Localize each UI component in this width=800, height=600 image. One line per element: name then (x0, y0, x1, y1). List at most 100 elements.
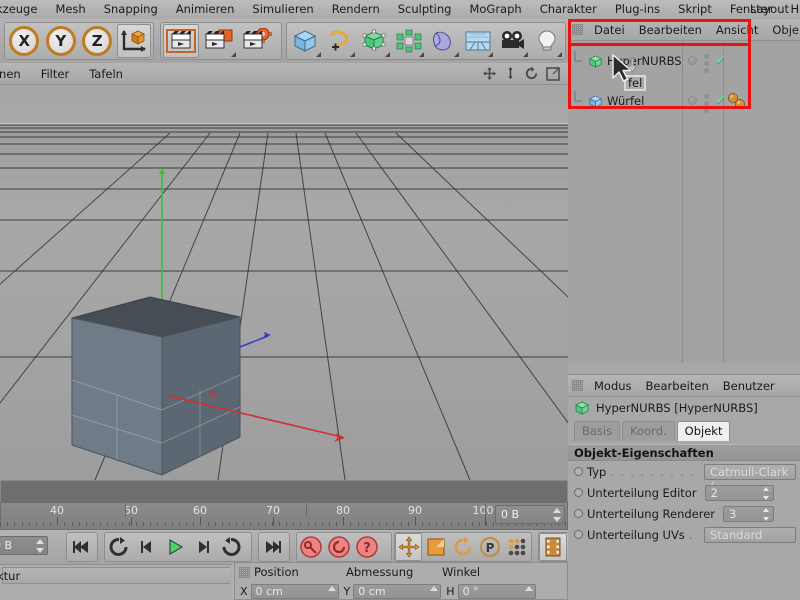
om-menu-datei[interactable]: Datei (587, 23, 632, 37)
attribute-manager-gripper-icon[interactable] (572, 380, 583, 391)
scale-key-icon (427, 538, 445, 556)
object-row-hypernurbs[interactable]: HyperNURBS ✔ (568, 51, 800, 73)
go-to-end-button[interactable] (259, 533, 287, 561)
menu-item-mograph[interactable]: MoGraph (460, 0, 530, 19)
viewport-menu-optionen[interactable]: onen (0, 67, 31, 81)
tab-objekt[interactable]: Objekt (676, 421, 731, 441)
add-light-button[interactable] (531, 24, 564, 58)
tab-koord[interactable]: Koord. (622, 421, 675, 441)
menu-item-plugins[interactable]: Plug-ins (606, 0, 669, 19)
menu-item-snapping[interactable]: Snapping (95, 0, 167, 19)
start-frame-field[interactable]: 0 B (0, 536, 48, 555)
property-value-unterteilung-editor[interactable]: 2 (704, 484, 774, 501)
axis-x-button[interactable]: X (7, 24, 42, 58)
render-settings-button[interactable] (239, 24, 275, 58)
autokey-button[interactable] (325, 533, 353, 561)
property-radio-unterteilung-editor[interactable] (574, 488, 583, 497)
am-menu-modus[interactable]: Modus (587, 379, 639, 393)
start-frame-stepper[interactable] (35, 539, 44, 553)
om-menu-ansicht[interactable]: Ansicht (709, 23, 765, 37)
timeline-ruler[interactable]: 40 50 60 70 80 90 100 (0, 502, 568, 530)
coord-position-x-field[interactable]: 0 cm (250, 583, 339, 599)
add-array-button[interactable] (393, 24, 426, 58)
dolly-view-icon[interactable] (504, 66, 517, 81)
om-menu-bearbeiten[interactable]: Bearbeiten (632, 23, 709, 37)
world-coordinates-button[interactable] (116, 24, 151, 58)
add-spline-button[interactable] (324, 24, 357, 58)
coord-angle-h-stepper[interactable] (524, 585, 533, 591)
viewport-menu-tafeln[interactable]: Tafeln (79, 67, 133, 81)
current-frame-field[interactable]: 0 B (495, 505, 565, 524)
viewport-menu-filter[interactable]: Filter (31, 67, 79, 81)
om-enable-check-2[interactable]: ✔ (715, 94, 726, 107)
menu-item-werkzeuge[interactable]: kzeuge (0, 0, 46, 19)
coord-size-y-field[interactable]: 0 cm (353, 583, 442, 599)
om-visibility-dot-editor-2[interactable] (688, 96, 697, 105)
timeline-button[interactable] (539, 533, 567, 561)
record-key-button[interactable] (297, 533, 325, 561)
property-radio-typ[interactable] (574, 467, 583, 476)
object-manager[interactable]: HyperNURBS ✔ Würfel ✔ fel (568, 41, 800, 363)
move-view-icon[interactable] (482, 66, 497, 81)
object-row-wuerfel[interactable]: Würfel ✔ (568, 91, 800, 113)
coord-size-y-stepper[interactable] (430, 585, 439, 591)
render-region-button[interactable] (201, 24, 237, 58)
axis-z-button[interactable]: Z (80, 24, 115, 58)
menu-item-charakter[interactable]: Charakter (531, 0, 606, 19)
point-level-anim-button[interactable] (504, 533, 531, 561)
play-button[interactable] (161, 533, 189, 561)
structure-panel-bar[interactable]: ktur (0, 567, 230, 584)
property-value-unterteilung-renderer[interactable]: 3 (723, 505, 774, 522)
unterteilung-renderer-stepper[interactable] (762, 507, 770, 521)
coord-angle-h-field[interactable]: 0 ° (457, 583, 536, 599)
om-visibility-dots-render-1[interactable] (704, 54, 709, 73)
menu-item-skript[interactable]: Skript (669, 0, 721, 19)
om-visibility-dot-editor-1[interactable] (688, 56, 697, 65)
property-radio-unterteilung-renderer[interactable] (574, 509, 583, 518)
unterteilung-editor-value: 2 (710, 485, 718, 500)
add-deformer-button[interactable] (427, 24, 460, 58)
viewport-3d[interactable] (0, 85, 568, 480)
keyframe-selection-button[interactable]: ? (353, 533, 381, 561)
unterteilung-editor-stepper[interactable] (762, 486, 770, 500)
render-view-button[interactable] (163, 24, 199, 58)
am-menu-benutzer[interactable]: Benutzer (716, 379, 782, 393)
om-visibility-dots-render-2[interactable] (704, 94, 709, 113)
tab-basis[interactable]: Basis (574, 421, 621, 441)
timeline-track-area[interactable] (0, 480, 568, 502)
menu-item-mesh[interactable]: Mesh (46, 0, 94, 19)
rotate-view-icon[interactable] (524, 66, 539, 81)
coordinate-manager-header: Position Abmessung Winkel (235, 563, 567, 581)
viewport-layout-icon[interactable] (546, 66, 560, 81)
panel-gripper-icon[interactable] (239, 566, 250, 578)
axis-y-button[interactable]: Y (44, 24, 79, 58)
om-menu-objekte[interactable]: Objekte (765, 23, 800, 37)
go-to-start-button[interactable] (67, 533, 95, 561)
add-camera-button[interactable] (496, 24, 529, 58)
property-value-typ[interactable]: Catmull-Clark ( (704, 463, 796, 494)
menu-item-animieren[interactable]: Animieren (167, 0, 244, 19)
scale-key-button[interactable] (422, 533, 449, 561)
am-menu-bearbeiten[interactable]: Bearbeiten (639, 379, 716, 393)
add-cube-button[interactable] (289, 24, 322, 58)
object-manager-gripper-icon[interactable] (572, 24, 583, 35)
property-value-unterteilung-uvs[interactable]: Standard (704, 526, 796, 543)
rotation-key-button[interactable] (449, 533, 476, 561)
current-frame-stepper[interactable] (552, 508, 561, 522)
menu-item-rendern[interactable]: Rendern (323, 0, 389, 19)
next-key-button[interactable] (217, 533, 245, 561)
step-back-button[interactable] (133, 533, 161, 561)
menu-item-simulieren[interactable]: Simulieren (243, 0, 322, 19)
coord-position-x-stepper[interactable] (327, 585, 336, 591)
add-floor-button[interactable] (462, 24, 495, 58)
previous-key-button[interactable] (105, 533, 133, 561)
material-tag-icon[interactable] (726, 92, 748, 110)
menu-item-layout[interactable]: Layout (741, 0, 798, 19)
om-enable-check-1[interactable]: ✔ (715, 54, 726, 67)
position-key-button[interactable] (395, 533, 423, 561)
add-hypernurbs-button[interactable] (358, 24, 391, 58)
step-forward-button[interactable] (189, 533, 217, 561)
menu-item-sculpting[interactable]: Sculpting (389, 0, 461, 19)
parameter-key-button[interactable]: P (477, 533, 504, 561)
property-radio-unterteilung-uvs[interactable] (574, 530, 583, 539)
